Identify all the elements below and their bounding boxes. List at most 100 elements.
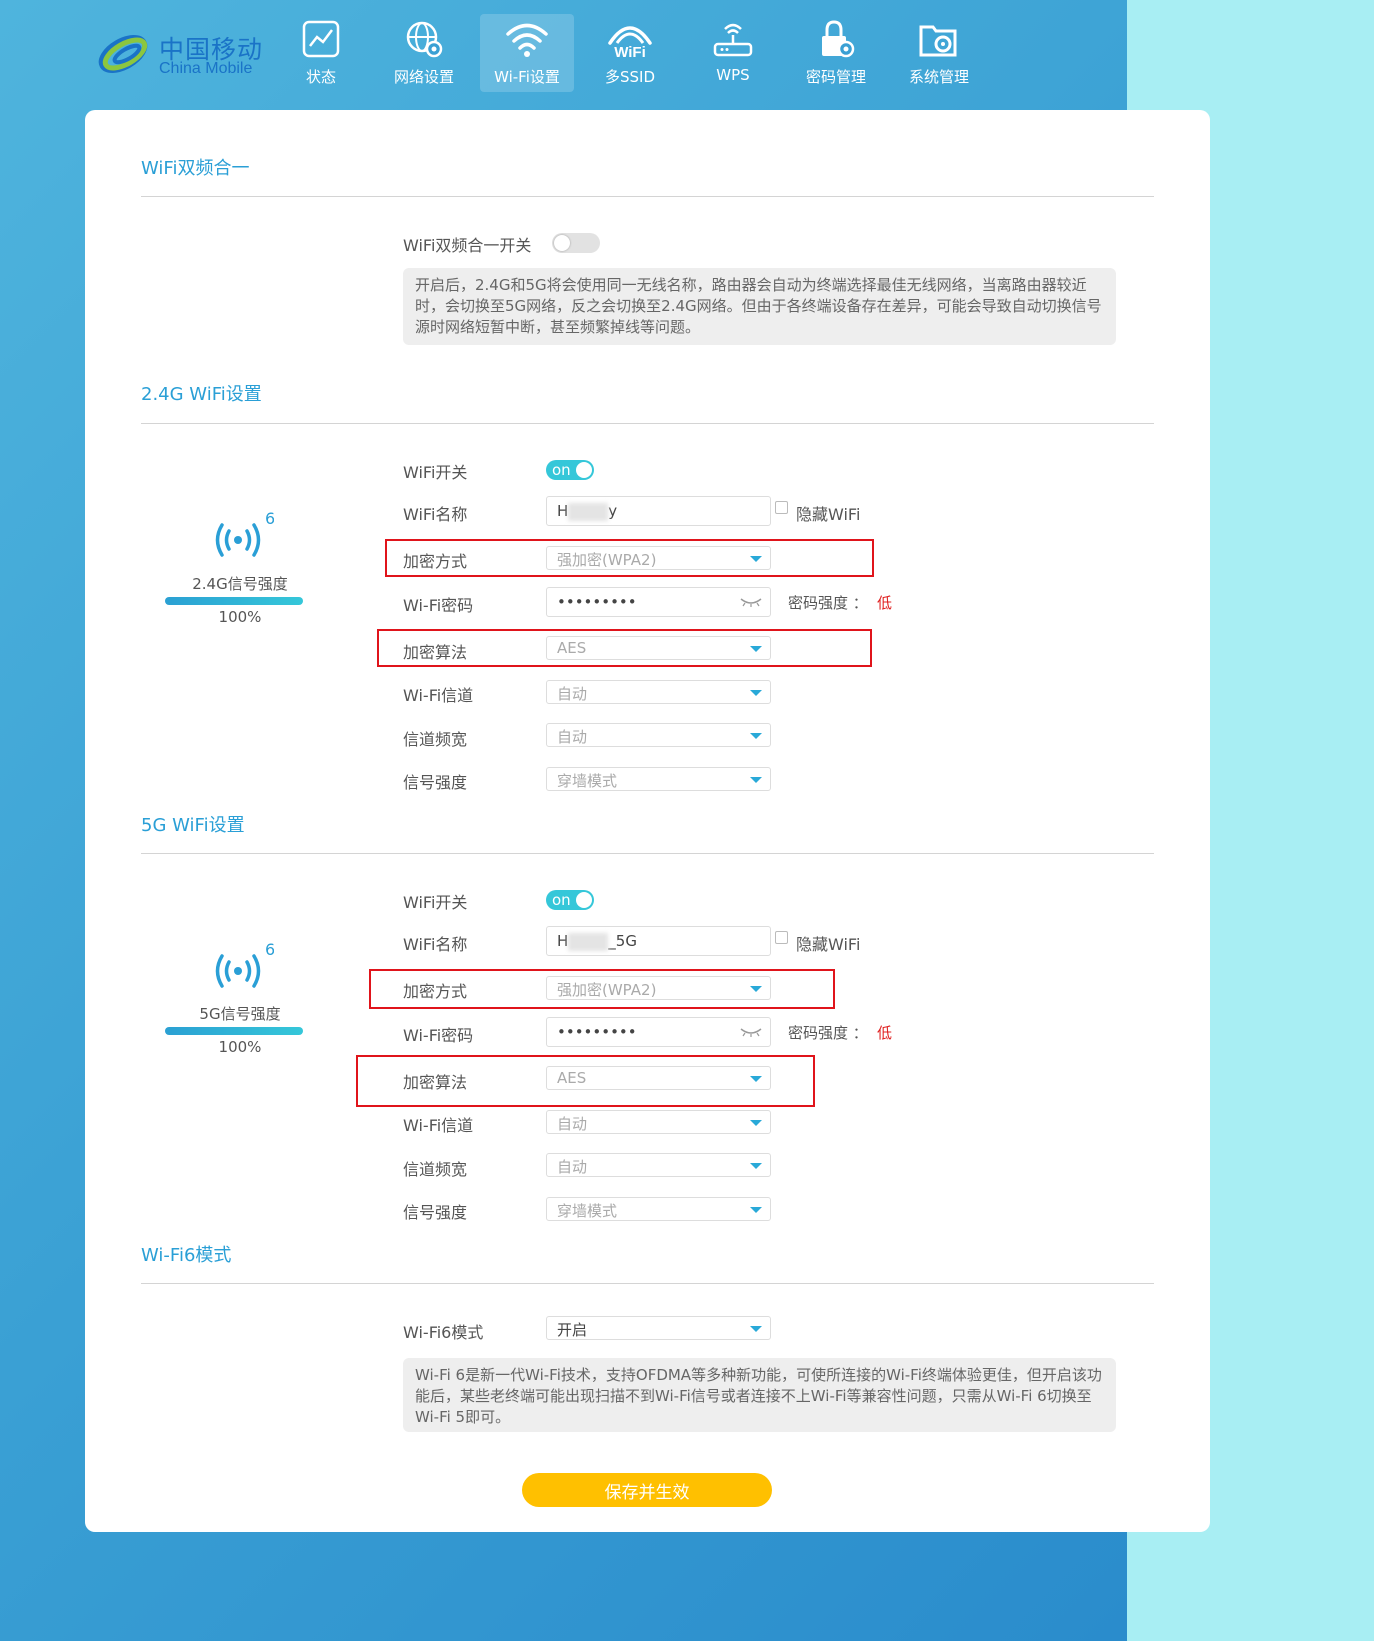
wifi24-name-input[interactable]: Hy [546, 496, 771, 526]
wifi24-name-label: WiFi名称 [403, 505, 468, 524]
wifi6-mode-select[interactable]: 开启 [546, 1316, 771, 1340]
globe-gear-icon [406, 21, 443, 58]
nav-wps[interactable]: WPS [686, 14, 780, 92]
wifi5-signal-icon: 6 [215, 941, 274, 988]
wifi5-algo-select[interactable]: AES [546, 1066, 771, 1090]
dual-band-toggle[interactable] [552, 233, 600, 253]
chevron-down-icon [750, 1326, 762, 1332]
chart-icon [302, 20, 340, 58]
wifi5-enc-select[interactable]: 强加密(WPA2) [546, 976, 771, 1000]
wifi24-channel-select[interactable]: 自动 [546, 680, 771, 704]
select-value: 自动 [557, 728, 588, 746]
wifi5-signal-percent: 100% [218, 1038, 262, 1056]
nav-network-settings[interactable]: 网络设置 [377, 14, 471, 92]
chevron-down-icon [750, 733, 762, 739]
wifi24-hide-checkbox[interactable] [775, 501, 788, 514]
toggle-knob [576, 892, 592, 908]
wifi5-strength-label: 密码强度 ： [788, 1024, 868, 1042]
wifi24-signal-icon: 6 [215, 510, 274, 557]
section-divider [141, 1283, 1154, 1284]
wifi5-channel-label: Wi-Fi信道 [403, 1116, 474, 1135]
toggle-knob [576, 462, 592, 478]
wifi5-bandwidth-label: 信道频宽 [403, 1160, 468, 1179]
wifi5-pwd-input[interactable]: ••••••••• [546, 1017, 771, 1047]
wifi24-pwd-label: Wi-Fi密码 [403, 596, 474, 615]
wifi5-signal-bar [165, 1027, 303, 1035]
ssid-prefix: H [557, 932, 569, 950]
wifi5-name-label: WiFi名称 [403, 935, 468, 954]
save-apply-button[interactable]: 保存并生效 [522, 1473, 772, 1507]
section-divider [141, 853, 1154, 854]
wifi24-hide-label: 隐藏WiFi [796, 505, 861, 524]
chevron-down-icon [750, 646, 762, 652]
lock-gear-icon [822, 20, 855, 58]
nav-wps-label: WPS [716, 66, 750, 84]
wifi5-name-input[interactable]: H _5G [546, 926, 771, 956]
wifi24-bandwidth-select[interactable]: 自动 [546, 723, 771, 747]
wifi24-toggle[interactable]: on [546, 460, 594, 480]
dual-band-section-title: WiFi双频合一 [141, 158, 250, 179]
dual-band-switch-label: WiFi双频合一开关 [403, 236, 532, 255]
wifi24-signal-label: 2.4G信号强度 [192, 575, 288, 593]
wifi6-note: Wi-Fi 6是新一代Wi-Fi技术，支持OFDMA等多种新功能，可使所连接的W… [403, 1358, 1116, 1432]
nav-status-label: 状态 [305, 68, 336, 86]
wifi24-algo-select[interactable]: AES [546, 636, 771, 660]
password-value: ••••••••• [557, 1023, 637, 1041]
wifi24-strength-value: 低 [877, 594, 893, 612]
wifi6-superscript: 6 [265, 510, 274, 528]
wifi5-hide-checkbox[interactable] [775, 931, 788, 944]
toggle-text: on [552, 461, 571, 479]
wifi5-signal-label: 5G信号强度 [199, 1005, 281, 1023]
ssid-prefix: H [557, 502, 569, 520]
wifi5-strength-value: 低 [877, 1024, 893, 1042]
chevron-down-icon [750, 1207, 762, 1213]
china-mobile-logo-icon [98, 35, 148, 73]
nav-wifi-settings[interactable]: Wi-Fi设置 [480, 14, 574, 92]
eye-closed-icon[interactable] [740, 1026, 762, 1038]
select-value: 强加密(WPA2) [557, 981, 657, 999]
section-divider [141, 196, 1154, 197]
wifi24-power-select[interactable]: 穿墙模式 [546, 767, 771, 791]
chevron-down-icon [750, 1120, 762, 1126]
select-value: 穿墙模式 [557, 1202, 618, 1220]
wifi5-bandwidth-select[interactable]: 自动 [546, 1153, 771, 1177]
ssid-suffix: _5G [608, 932, 637, 950]
select-value: 穿墙模式 [557, 772, 618, 790]
wifi5-switch-label: WiFi开关 [403, 893, 468, 912]
router-icon [713, 23, 753, 57]
wifi-text-icon: WiFi [608, 26, 652, 59]
dual-band-note: 开启后，2.4G和5G将会使用同一无线名称，路由器会自动为终端选择最佳无线网络，… [403, 268, 1116, 345]
wifi24-power-label: 信号强度 [403, 773, 468, 792]
wifi24-strength-label: 密码强度 ： [788, 594, 868, 612]
nav-status[interactable]: 状态 [274, 14, 368, 92]
eye-closed-icon[interactable] [740, 596, 762, 608]
wifi24-enc-label: 加密方式 [403, 552, 468, 571]
wifi5-toggle[interactable]: on [546, 890, 594, 910]
wifi24-enc-select[interactable]: 强加密(WPA2) [546, 546, 771, 570]
wifi5-enc-label: 加密方式 [403, 982, 468, 1001]
wifi24-algo-label: 加密算法 [403, 643, 468, 662]
select-value: 强加密(WPA2) [557, 551, 657, 569]
wifi24-signal-percent: 100% [218, 608, 262, 626]
wifi5-power-select[interactable]: 穿墙模式 [546, 1197, 771, 1221]
wifi24-section-title: 2.4G WiFi设置 [141, 384, 262, 405]
wifi5-channel-select[interactable]: 自动 [546, 1110, 771, 1134]
svg-text:WiFi: WiFi [614, 44, 646, 59]
nav-password-management[interactable]: 密码管理 [789, 14, 883, 92]
wifi24-pwd-input[interactable]: ••••••••• [546, 587, 771, 617]
nav-multi-ssid[interactable]: WiFi 多SSID [583, 14, 677, 92]
wifi6-section-title: Wi-Fi6模式 [141, 1245, 232, 1266]
wifi24-signal-bar [165, 597, 303, 605]
nav-wifi-settings-label: Wi-Fi设置 [494, 68, 560, 86]
nav-system-management[interactable]: 系统管理 [892, 14, 986, 92]
wifi5-hide-label: 隐藏WiFi [796, 935, 861, 954]
wifi5-pwd-label: Wi-Fi密码 [403, 1026, 474, 1045]
select-value: 自动 [557, 1158, 588, 1176]
chevron-down-icon [750, 1076, 762, 1082]
wifi24-channel-label: Wi-Fi信道 [403, 686, 474, 705]
nav-multi-ssid-label: 多SSID [604, 68, 656, 86]
wifi5-section-title: 5G WiFi设置 [141, 815, 245, 836]
wifi5-power-label: 信号强度 [403, 1203, 468, 1222]
nav-system-management-label: 系统管理 [908, 68, 969, 86]
select-value: 自动 [557, 1115, 588, 1133]
